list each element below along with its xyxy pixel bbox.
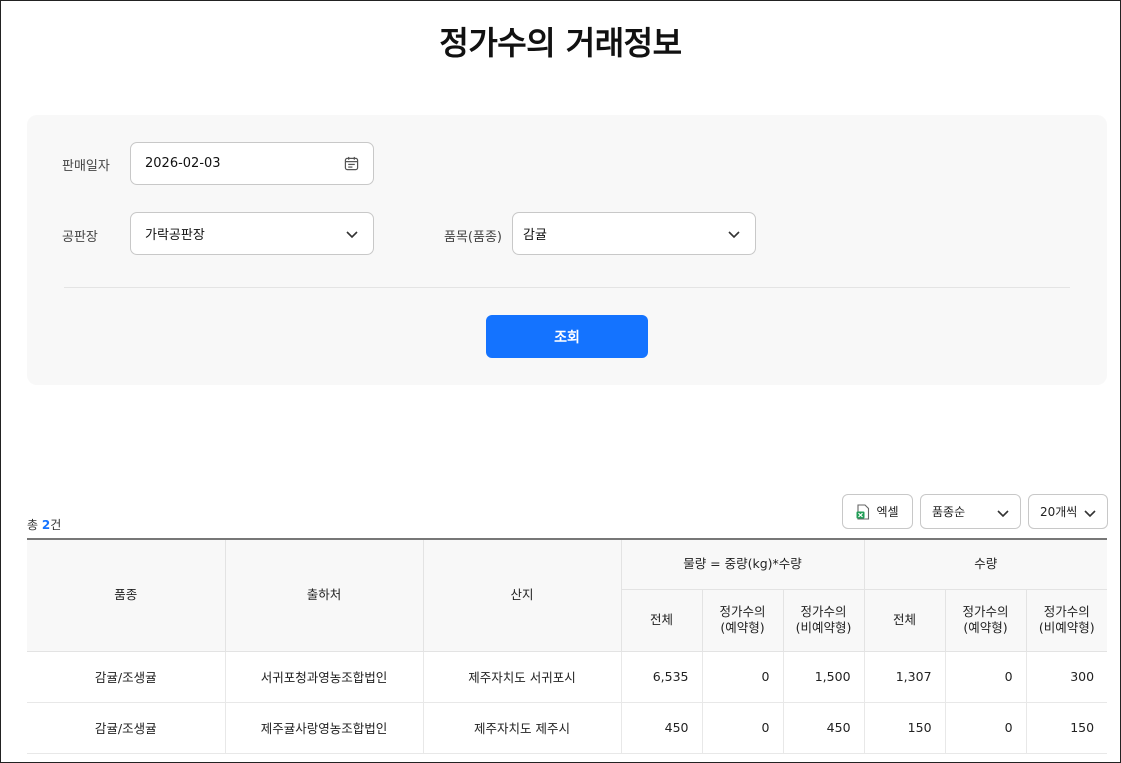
cell-volume-nonreserved: 1,500 <box>783 651 865 703</box>
header-text: 정가수의 <box>719 604 766 620</box>
page-title: 정가수의 거래정보 <box>439 24 682 62</box>
cell-volume-reserved: 0 <box>702 702 784 754</box>
total-suffix: 건 <box>50 518 62 532</box>
header-volume-reserved: 정가수의 (예약형) <box>702 589 784 652</box>
cell-volume-total: 450 <box>621 702 703 754</box>
header-volume-nonreserved: 정가수의 (비예약형) <box>783 589 865 652</box>
cell-quantity-nonreserved: 150 <box>1026 702 1108 754</box>
header-text: 정가수의 <box>1043 604 1090 620</box>
cell-volume-reserved: 0 <box>702 651 784 703</box>
header-quantity-total: 전체 <box>864 589 946 652</box>
results-table-wrap: 품종 출하처 산지 물량 = 중량(kg)*수량 수량 전체 정가수의 (예약형)… <box>27 538 1108 754</box>
cell-quantity-total: 1,307 <box>864 651 946 703</box>
sale-date-value: 2026-02-03 <box>145 156 221 171</box>
total-prefix: 총 <box>27 518 42 532</box>
excel-label: 엑셀 <box>876 505 899 519</box>
market-value: 가락공판장 <box>145 228 205 243</box>
cell-quantity-reserved: 0 <box>945 702 1027 754</box>
header-text: (예약형) <box>720 620 765 635</box>
search-button[interactable]: 조회 <box>486 315 648 358</box>
header-shipper: 출하처 <box>225 539 424 652</box>
header-volume-group: 물량 = 중량(kg)*수량 <box>621 539 865 590</box>
calendar-icon[interactable] <box>344 156 359 171</box>
sale-date-label: 판매일자 <box>62 159 110 174</box>
cell-shipper: 제주귤사랑영농조합법인 <box>225 702 424 754</box>
total-count-number: 2 <box>41 518 51 532</box>
page-size-value: 20개씩 <box>1040 505 1078 519</box>
header-text: (비예약형) <box>1038 620 1095 635</box>
table-row: 감귤/조생귤 서귀포청과영농조합법인 제주자치도 서귀포시 6,535 0 1,… <box>27 651 1108 703</box>
header-text: 정가수의 <box>962 604 1009 620</box>
page-size-select[interactable]: 20개씩 <box>1028 494 1108 529</box>
header-text: 정가수의 <box>800 604 847 620</box>
chevron-down-icon <box>997 510 1009 518</box>
total-count: 총 2건 <box>27 516 61 533</box>
header-variety: 품종 <box>27 539 226 652</box>
sort-value: 품종순 <box>932 505 966 519</box>
cell-variety: 감귤/조생귤 <box>27 702 226 754</box>
cell-shipper: 서귀포청과영농조합법인 <box>225 651 424 703</box>
chevron-down-icon <box>728 231 740 239</box>
table-row: 감귤/조생귤 제주귤사랑영농조합법인 제주자치도 제주시 450 0 450 1… <box>27 702 1108 754</box>
excel-download-button[interactable]: 엑셀 <box>842 494 913 529</box>
header-volume-total: 전체 <box>621 589 703 652</box>
market-select[interactable]: 가락공판장 <box>130 212 374 255</box>
results-table: 품종 출하처 산지 물량 = 중량(kg)*수량 수량 전체 정가수의 (예약형)… <box>27 538 1108 754</box>
cell-volume-nonreserved: 450 <box>783 702 865 754</box>
cell-quantity-total: 150 <box>864 702 946 754</box>
header-quantity-group: 수량 <box>864 539 1108 590</box>
cell-quantity-reserved: 0 <box>945 651 1027 703</box>
cell-volume-total: 6,535 <box>621 651 703 703</box>
cell-origin: 제주자치도 제주시 <box>423 702 622 754</box>
sale-date-input[interactable]: 2026-02-03 <box>130 142 374 185</box>
header-origin: 산지 <box>423 539 622 652</box>
cell-variety: 감귤/조생귤 <box>27 651 226 703</box>
item-label: 품목(품종) <box>444 230 502 245</box>
header-text: (예약형) <box>963 620 1008 635</box>
excel-icon <box>856 503 870 520</box>
chevron-down-icon <box>1084 510 1096 518</box>
filter-panel: 판매일자 2026-02-03 공판장 가락공판장 품목(품종) 감귤 조회 <box>27 115 1107 385</box>
sort-select[interactable]: 품종순 <box>920 494 1021 529</box>
market-label: 공판장 <box>62 230 98 245</box>
item-value: 감귤 <box>523 228 547 243</box>
header-quantity-reserved: 정가수의 (예약형) <box>945 589 1027 652</box>
item-select[interactable]: 감귤 <box>512 212 756 255</box>
cell-quantity-nonreserved: 300 <box>1026 651 1108 703</box>
header-quantity-nonreserved: 정가수의 (비예약형) <box>1026 589 1108 652</box>
filter-divider <box>64 287 1070 288</box>
cell-origin: 제주자치도 서귀포시 <box>423 651 622 703</box>
chevron-down-icon <box>346 231 358 239</box>
header-text: (비예약형) <box>795 620 852 635</box>
